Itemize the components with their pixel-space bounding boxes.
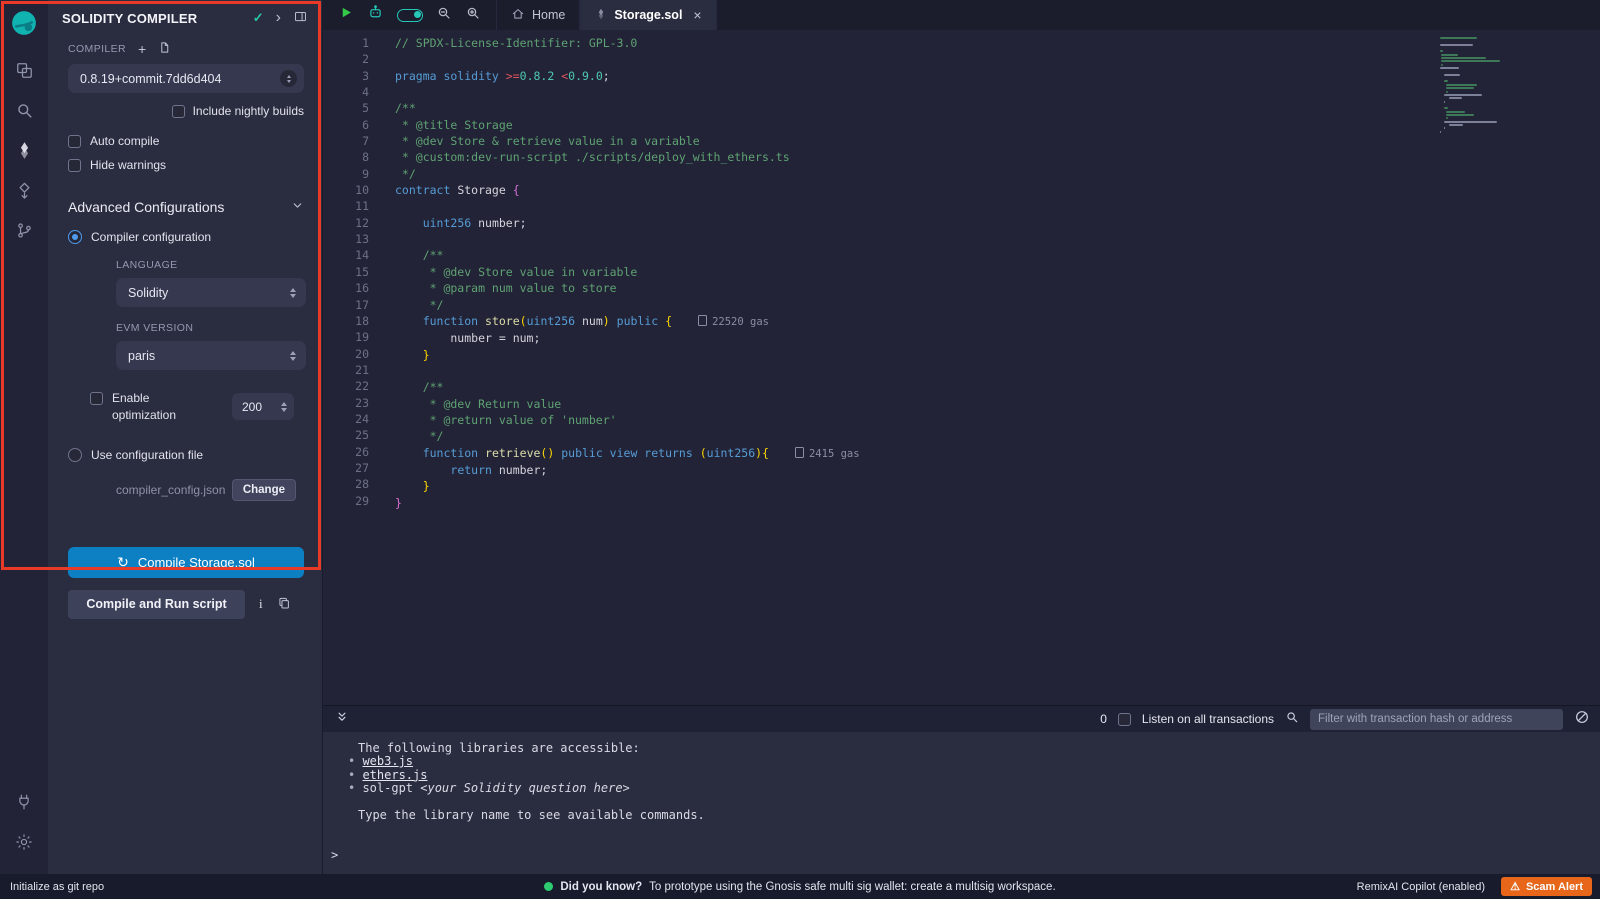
- hide-warnings-label: Hide warnings: [90, 158, 166, 172]
- tab-home[interactable]: Home: [496, 0, 580, 30]
- tip-text: To prototype using the Gnosis safe multi…: [649, 881, 1056, 893]
- terminal-search-icon[interactable]: [1285, 710, 1299, 729]
- include-nightly-label: Include nightly builds: [193, 104, 304, 118]
- deploy-run-icon[interactable]: [8, 174, 40, 206]
- lightbulb-icon: [544, 882, 553, 891]
- block-transactions-icon[interactable]: [1574, 709, 1590, 730]
- enable-optimization-checkbox[interactable]: [90, 392, 103, 405]
- refresh-icon: ↻: [117, 554, 129, 571]
- listen-transactions-checkbox[interactable]: [1118, 713, 1131, 726]
- panel-header: SOLIDITY COMPILER ✓ ›: [48, 0, 322, 31]
- compiler-version-value: 0.8.19+commit.7dd6d404: [80, 72, 221, 86]
- auto-compile-checkbox[interactable]: [68, 135, 81, 148]
- file-explorer-icon[interactable]: [8, 54, 40, 86]
- compile-success-check-icon[interactable]: ✓: [253, 10, 264, 26]
- solidity-file-icon: [595, 8, 607, 23]
- optimization-runs-input[interactable]: 200: [232, 393, 294, 420]
- solidity-compiler-panel: SOLIDITY COMPILER ✓ › COMPILER + 0.8.19+…: [48, 0, 322, 874]
- remix-logo-icon[interactable]: [9, 8, 39, 38]
- compile-button-label: Compile Storage.sol: [138, 555, 255, 570]
- tab-storage-sol[interactable]: Storage.sol ×: [580, 0, 716, 30]
- info-icon[interactable]: i: [259, 596, 263, 612]
- chrome: SOLIDITY COMPILER ✓ › COMPILER + 0.8.19+…: [0, 0, 1600, 874]
- auto-compile-label: Auto compile: [90, 134, 159, 148]
- expand-terminal-icon[interactable]: [335, 710, 349, 729]
- settings-icon[interactable]: [8, 826, 40, 858]
- panel-title: SOLIDITY COMPILER: [62, 11, 241, 26]
- compiler-version-select[interactable]: 0.8.19+commit.7dd6d404: [68, 64, 304, 93]
- compiler-configuration-label: Compiler configuration: [91, 230, 211, 244]
- search-icon[interactable]: [8, 94, 40, 126]
- minimap[interactable]: [1440, 37, 1546, 134]
- terminal[interactable]: The following libraries are accessible:•…: [323, 732, 1600, 874]
- solidity-compiler-icon[interactable]: [8, 134, 40, 166]
- config-filename: compiler_config.json: [116, 483, 225, 497]
- compile-and-run-button[interactable]: Compile and Run script: [68, 590, 245, 619]
- copy-icon[interactable]: [277, 596, 291, 613]
- chevron-down-icon: [291, 199, 304, 215]
- code-editor[interactable]: 1234567891011121314151617181920212223242…: [323, 30, 1600, 705]
- run-script-play-icon[interactable]: [339, 5, 354, 25]
- listen-transactions-label: Listen on all transactions: [1142, 712, 1274, 726]
- compiler-configuration-radio[interactable]: [68, 230, 82, 244]
- evm-version-value: paris: [128, 349, 155, 363]
- hide-warnings-checkbox[interactable]: [68, 159, 81, 172]
- init-git-repo-button[interactable]: Initialize as git repo: [0, 881, 104, 893]
- select-arrows-icon: [290, 351, 296, 361]
- tab-home-label: Home: [532, 8, 565, 22]
- git-icon[interactable]: [8, 214, 40, 246]
- copilot-toggle[interactable]: [397, 9, 423, 22]
- language-label: LANGUAGE: [116, 259, 304, 271]
- scam-alert-label: Scam Alert: [1526, 881, 1583, 893]
- advanced-configurations-title: Advanced Configurations: [68, 199, 224, 215]
- remix-ide-window: SOLIDITY COMPILER ✓ › COMPILER + 0.8.19+…: [0, 0, 1600, 916]
- language-select[interactable]: Solidity: [116, 278, 306, 307]
- advanced-configurations-header[interactable]: Advanced Configurations: [68, 199, 304, 215]
- pin-panel-icon[interactable]: [293, 9, 308, 27]
- select-arrows-icon: [280, 70, 297, 87]
- tab-bar: Home Storage.sol ×: [323, 0, 1600, 30]
- compiler-label: COMPILER: [68, 43, 126, 55]
- close-tab-icon[interactable]: ×: [693, 7, 701, 23]
- code-lines[interactable]: // SPDX-License-Identifier: GPL-3.0 prag…: [379, 35, 1600, 705]
- language-value: Solidity: [128, 286, 168, 300]
- enable-optimization-label: Enable optimization: [112, 390, 198, 424]
- zoom-out-icon[interactable]: [436, 5, 452, 26]
- terminal-output[interactable]: The following libraries are accessible:•…: [323, 742, 1600, 863]
- select-arrows-icon: [290, 288, 296, 298]
- editor-gutter: 1234567891011121314151617181920212223242…: [323, 35, 379, 705]
- include-nightly-checkbox[interactable]: [172, 105, 185, 118]
- ai-assistant-icon[interactable]: [367, 4, 384, 26]
- scam-alert-badge[interactable]: ⚠ Scam Alert: [1501, 877, 1592, 896]
- optimization-runs-value: 200: [242, 400, 262, 414]
- warning-icon: ⚠: [1510, 880, 1520, 893]
- use-configuration-file-radio[interactable]: [68, 448, 82, 462]
- chevron-right-icon[interactable]: ›: [276, 10, 281, 26]
- transaction-count: 0: [1100, 712, 1107, 726]
- evm-version-label: EVM VERSION: [116, 322, 304, 334]
- change-config-button[interactable]: Change: [232, 479, 296, 501]
- zoom-in-icon[interactable]: [465, 5, 481, 26]
- home-icon: [511, 7, 525, 24]
- compile-button[interactable]: ↻ Compile Storage.sol: [68, 547, 304, 578]
- use-configuration-file-label: Use configuration file: [91, 448, 203, 462]
- tab-storage-label: Storage.sol: [614, 8, 682, 22]
- status-bar: Initialize as git repo Did you know? To …: [0, 874, 1600, 899]
- plugin-manager-icon[interactable]: [8, 786, 40, 818]
- tip-title: Did you know?: [560, 881, 642, 893]
- evm-version-select[interactable]: paris: [116, 341, 306, 370]
- transaction-filter-input[interactable]: [1310, 709, 1563, 730]
- open-file-icon[interactable]: [158, 41, 171, 57]
- terminal-toolbar: 0 Listen on all transactions: [323, 705, 1600, 732]
- main-area: Home Storage.sol × 123456789101112131415…: [322, 0, 1600, 874]
- panel-body: COMPILER + 0.8.19+commit.7dd6d404 Includ…: [48, 31, 322, 619]
- number-spinner-icon: [281, 402, 287, 412]
- icon-sidebar: [0, 0, 48, 874]
- copilot-status[interactable]: RemixAI Copilot (enabled): [1357, 881, 1485, 893]
- add-compiler-icon[interactable]: +: [138, 42, 146, 56]
